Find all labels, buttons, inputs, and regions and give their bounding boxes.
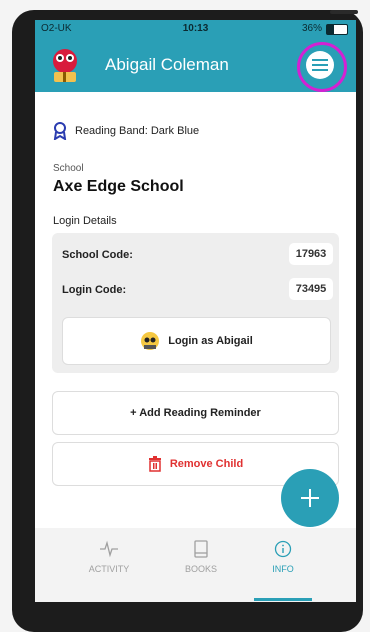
school-code-label: School Code: xyxy=(62,249,133,261)
info-icon xyxy=(274,540,292,558)
ribbon-badge-icon xyxy=(53,122,67,140)
trash-icon xyxy=(148,456,161,472)
plus-icon xyxy=(301,489,319,507)
login-details-panel: School Code: 17963 Login Code: 73495 Log… xyxy=(52,233,339,373)
add-fab-button[interactable] xyxy=(281,469,339,527)
activity-icon xyxy=(100,540,118,558)
tab-info-label: INFO xyxy=(272,564,294,574)
login-code-label: Login Code: xyxy=(62,284,127,296)
tab-activity[interactable]: ACTIVITY xyxy=(74,540,144,574)
login-as-label: Login as Abigail xyxy=(168,335,253,347)
school-code-value: 17963 xyxy=(289,243,333,265)
hamburger-icon xyxy=(312,59,328,71)
reading-band: Reading Band: Dark Blue xyxy=(53,122,199,140)
battery-percent: 36% xyxy=(301,23,322,34)
battery-icon xyxy=(326,24,348,35)
app-header: Abigail Coleman xyxy=(35,38,356,92)
app-screen: O2-UK 10:13 36% Abigail Coleman Reading … xyxy=(35,20,356,602)
reading-band-label: Reading Band: Dark Blue xyxy=(75,125,200,137)
book-icon xyxy=(194,540,208,558)
tab-books-label: BOOKS xyxy=(184,564,217,574)
phone-side-button xyxy=(330,10,358,14)
add-reading-reminder-button[interactable]: + Add Reading Reminder xyxy=(52,391,339,435)
school-name: Axe Edge School xyxy=(53,178,184,195)
avatar[interactable] xyxy=(47,46,83,84)
tab-info[interactable]: INFO xyxy=(248,540,318,574)
login-code-value: 73495 xyxy=(289,278,333,300)
child-avatar-icon xyxy=(141,332,160,350)
add-reminder-label: + Add Reading Reminder xyxy=(130,407,261,419)
tab-activity-label: ACTIVITY xyxy=(88,564,130,574)
status-bar: O2-UK 10:13 36% xyxy=(35,20,356,38)
remove-child-label: Remove Child xyxy=(169,458,244,470)
page-title: Abigail Coleman xyxy=(105,55,229,74)
tab-books[interactable]: BOOKS xyxy=(166,540,236,574)
bottom-tab-bar: ACTIVITY BOOKS INFO xyxy=(35,528,356,602)
login-as-child-button[interactable]: Login as Abigail xyxy=(62,317,331,365)
school-label: School xyxy=(53,163,84,174)
active-tab-indicator xyxy=(254,598,312,601)
login-details-heading: Login Details xyxy=(53,215,117,227)
menu-button[interactable] xyxy=(306,51,334,79)
